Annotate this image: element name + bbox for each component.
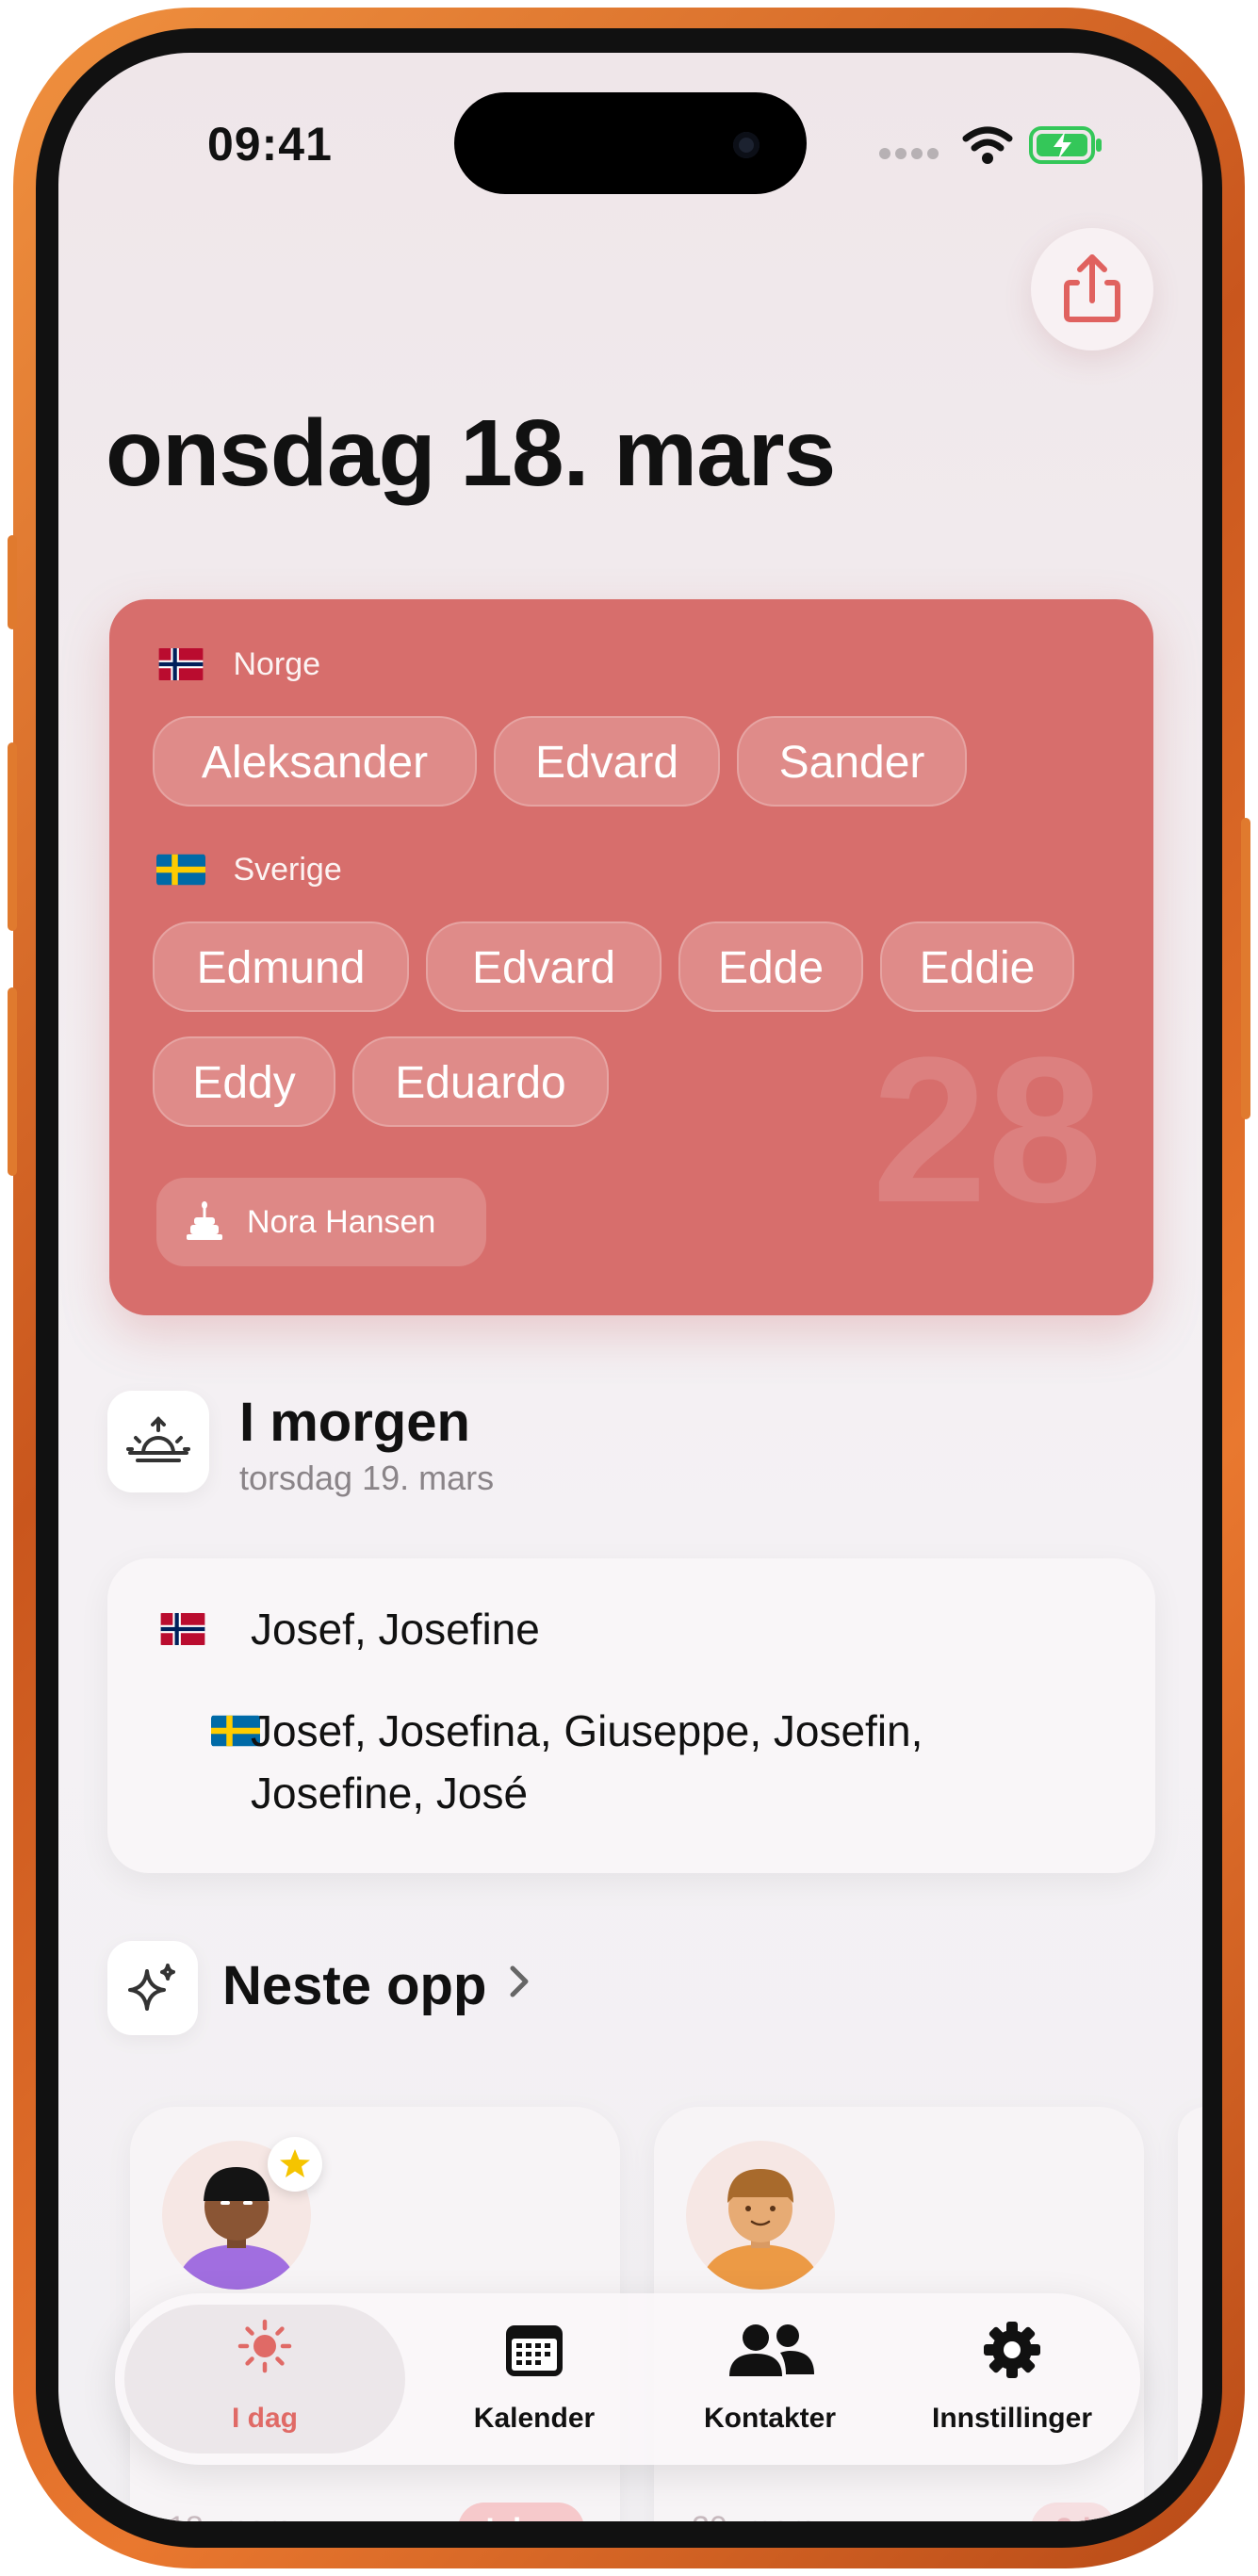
avatar [686, 2141, 835, 2290]
tomorrow-date: torsdag 19. mars [239, 1459, 495, 1497]
next-up-header[interactable]: Neste opp [222, 1954, 531, 2017]
signal-dots-icon [878, 147, 940, 165]
country-label: Sverige [233, 851, 342, 888]
name-chip[interactable]: Eduardo [352, 1036, 609, 1127]
name-chip[interactable]: Eddie [880, 921, 1074, 1012]
chevron-right-icon [510, 1965, 529, 1997]
tomorrow-icon-tile [107, 1391, 209, 1492]
wifi-icon [961, 124, 1014, 171]
sweden-flag-icon [156, 854, 205, 886]
tomorrow-sweden-names-line2: Josefine, José [251, 1769, 529, 1818]
country-sweden: Sverige [156, 850, 342, 889]
name-chip[interactable]: Sander [737, 716, 967, 807]
screen: 09:41 onsdag 18. mars 28 Norge Aleksande… [58, 53, 1202, 2521]
tomorrow-sweden-names-line1: Josef, Josefina, Giuseppe, Josefin, [251, 1706, 923, 1755]
days-badge: 2d [1031, 2503, 1116, 2521]
country-label: Norge [233, 645, 321, 682]
country-norway: Norge [156, 644, 320, 683]
action-button [8, 535, 17, 629]
name-chip[interactable]: Edvard [426, 921, 662, 1012]
norway-flag-icon [156, 648, 205, 681]
volume-down-button [8, 987, 17, 1176]
tomorrow-norway-names: Josef, Josefine [251, 1605, 540, 1654]
page-title: onsdag 18. mars [106, 400, 836, 506]
tomorrow-names-card[interactable]: Josef, Josefine Josef, Josefina, Giusepp… [107, 1558, 1155, 1873]
birthday-name: Nora Hansen [247, 1204, 436, 1240]
day-watermark: 28 [872, 1014, 1103, 1246]
tab-calendar[interactable]: Kalender [426, 2293, 643, 2465]
star-icon [280, 2149, 310, 2177]
days-badge: I dag [458, 2503, 584, 2521]
share-icon [1064, 254, 1120, 322]
next-up-title: Neste opp [222, 1955, 487, 2016]
tab-label: Innstillinger [931, 2403, 1092, 2434]
battery-charging-icon [1029, 124, 1104, 171]
tab-label: Kalender [473, 2403, 596, 2434]
name-chip[interactable]: Aleksander [153, 716, 477, 807]
sunrise-icon [126, 1416, 190, 1462]
tomorrow-title: I morgen [239, 1392, 470, 1453]
birthday-chip[interactable]: Nora Hansen [156, 1178, 486, 1266]
contacts-icon [729, 2324, 814, 2376]
birthday-cake-icon [187, 1201, 222, 1240]
tab-today[interactable]: I dag [124, 2293, 405, 2465]
volume-up-button [8, 742, 17, 931]
tab-bar: I dag Kalender Kontakter Innstillinger [115, 2293, 1140, 2465]
tab-contacts[interactable]: Kontakter [662, 2293, 878, 2465]
today-names-card: 28 Norge Aleksander Edvard Sander Sverig… [109, 599, 1153, 1315]
tab-label: Kontakter [703, 2403, 837, 2434]
name-chip[interactable]: Edmund [153, 921, 409, 1012]
gear-icon [984, 2322, 1040, 2378]
next-up-icon-tile [107, 1941, 198, 2035]
name-chip[interactable]: Eddy [153, 1036, 335, 1127]
tab-label: I dag [231, 2403, 298, 2434]
status-time: 09:41 [207, 118, 333, 171]
sun-icon [237, 2319, 292, 2373]
norway-flag-icon [158, 1613, 207, 1645]
name-chip[interactable]: Edvard [494, 716, 720, 807]
front-camera [733, 132, 760, 158]
favorite-badge [268, 2137, 322, 2192]
next-up-person-card-partial[interactable] [1178, 2107, 1202, 2521]
tab-settings[interactable]: Innstillinger [897, 2293, 1127, 2465]
power-button [1241, 818, 1250, 1119]
person-date: 18. mars [168, 2510, 292, 2521]
share-button[interactable] [1031, 228, 1153, 351]
name-chip[interactable]: Edde [678, 921, 863, 1012]
person-date: 20. mars [692, 2510, 816, 2521]
sparkles-icon [128, 1964, 175, 2011]
calendar-icon [506, 2325, 563, 2376]
